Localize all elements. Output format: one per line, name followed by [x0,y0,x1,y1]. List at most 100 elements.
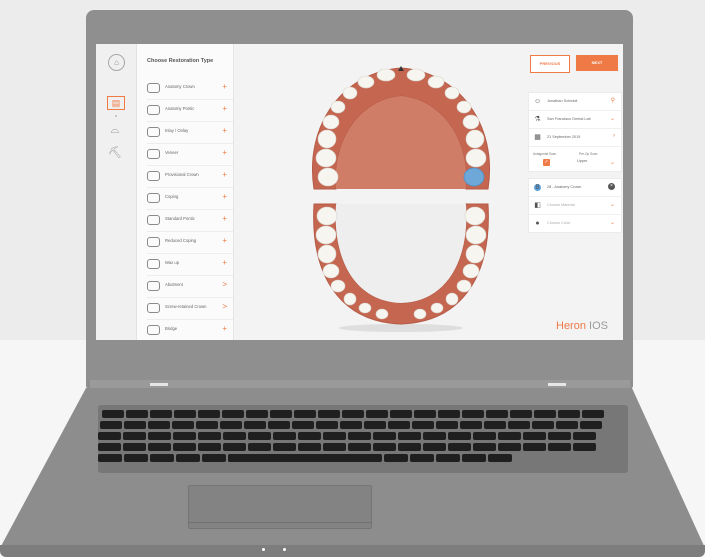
keyboard-key[interactable] [488,454,512,462]
keyboard-key[interactable] [172,421,194,429]
keyboard-key[interactable] [196,421,218,429]
upper-jaw-icon[interactable]: ⌓ [107,124,123,136]
keyboard-key[interactable] [248,432,271,440]
keyboard-key[interactable] [473,432,496,440]
keyboard-key[interactable] [498,443,521,451]
restoration-item[interactable]: Coping + [147,187,233,210]
keyboard-key[interactable] [273,432,296,440]
keyboard-key[interactable] [148,432,171,440]
keyboard-key[interactable] [548,432,571,440]
restoration-item[interactable]: Standard Pontic + [147,209,233,232]
chevron-right-icon[interactable]: › [613,133,615,139]
keyboard-key[interactable] [342,410,364,418]
keyboard-key[interactable] [390,410,412,418]
keyboard-key[interactable] [123,443,146,451]
restoration-item[interactable]: Screw-retained Crown > [147,297,233,320]
keyboard-key[interactable] [373,432,396,440]
previous-button[interactable]: PREVIOUS [530,55,570,73]
keyboard-key[interactable] [412,421,434,429]
keyboard-key[interactable] [460,421,482,429]
restoration-item[interactable]: Provisional Crown + [147,165,233,188]
keyboard-key[interactable] [573,443,596,451]
keyboard-key[interactable] [558,410,580,418]
keyboard-key[interactable] [384,454,408,462]
keyboard-key[interactable] [126,410,148,418]
keyboard-key[interactable] [410,454,434,462]
keyboard-key[interactable] [398,432,421,440]
keyboard-key[interactable] [176,454,200,462]
keyboard-key[interactable] [548,443,571,451]
keyboard-key[interactable] [100,421,122,429]
chevron-down-icon[interactable]: ⌄ [610,159,615,166]
restoration-item[interactable]: Inlay / Onlay + [147,121,233,144]
keyboard-key[interactable] [292,421,314,429]
keyboard-key[interactable] [556,421,578,429]
keyboard-key[interactable] [348,443,371,451]
keyboard-key[interactable] [174,410,196,418]
keyboard-key[interactable] [318,410,340,418]
keyboard-key[interactable] [523,443,546,451]
keyboard-key[interactable] [373,443,396,451]
add-icon[interactable]: + [222,192,227,201]
keyboard-key[interactable] [123,432,146,440]
material-row[interactable]: ◧ Choose Material ⌄ [529,197,621,215]
tooth-row[interactable]: 8 28 - Anatomy Crown × [529,179,621,197]
material-select[interactable]: Choose Material [547,203,575,207]
keyboard-key[interactable] [448,443,471,451]
keyboard-key[interactable] [248,443,271,451]
keyboard-key[interactable] [222,410,244,418]
selected-tooth[interactable] [463,167,485,187]
chevron-down-icon[interactable]: ⌄ [610,115,615,122]
touchpad[interactable] [188,485,372,529]
keyboard-key[interactable] [198,410,220,418]
antagonist-checkbox[interactable]: ✓ [543,159,550,166]
restoration-item[interactable]: Reduced Coping + [147,231,233,254]
keyboard-key[interactable] [523,432,546,440]
keyboard-key[interactable] [462,454,486,462]
keyboard-key[interactable] [510,410,532,418]
keyboard-key[interactable] [364,421,386,429]
add-icon[interactable]: + [222,126,227,135]
keyboard-key[interactable] [348,432,371,440]
add-icon[interactable]: + [222,170,227,179]
close-icon[interactable]: × [608,183,615,190]
keyboard-key[interactable] [244,421,266,429]
restoration-item[interactable]: Anatomy Pontic + [147,99,233,122]
keyboard-key[interactable] [582,410,604,418]
keyboard-key[interactable] [398,443,421,451]
add-icon[interactable]: > [222,280,227,289]
keyboard-key[interactable] [484,421,506,429]
add-icon[interactable]: + [222,104,227,113]
keyboard-key[interactable] [173,432,196,440]
search-icon[interactable]: ⚲ [611,97,615,104]
keyboard-key[interactable] [246,410,268,418]
keyboard-key[interactable] [124,454,148,462]
next-button[interactable]: NEXT [576,55,618,71]
keyboard-key[interactable] [220,421,242,429]
add-icon[interactable]: + [222,214,227,223]
keyboard-key[interactable] [316,421,338,429]
keyboard-key[interactable] [436,454,460,462]
keyboard-key[interactable] [150,410,172,418]
keyboard-key[interactable] [198,443,221,451]
keyboard-key[interactable] [438,410,460,418]
home-icon[interactable]: ⌂ [108,54,125,71]
add-icon[interactable]: + [222,82,227,91]
keyboard-key[interactable] [414,410,436,418]
keyboard-key[interactable] [268,421,290,429]
keyboard-key[interactable] [436,421,458,429]
restoration-item[interactable]: Anatomy Crown + [147,77,233,100]
keyboard-key[interactable] [298,443,321,451]
keyboard-key[interactable] [448,432,471,440]
keyboard-key[interactable] [202,454,226,462]
spacebar-key[interactable] [228,454,378,462]
keyboard-key[interactable] [423,432,446,440]
add-icon[interactable]: + [222,258,227,267]
keyboard-key[interactable] [270,410,292,418]
add-icon[interactable]: + [222,148,227,157]
keyboard-key[interactable] [340,421,362,429]
add-icon[interactable]: + [222,236,227,245]
keyboard-key[interactable] [198,432,221,440]
keyboard-key[interactable] [423,443,446,451]
keyboard-key[interactable] [98,454,122,462]
